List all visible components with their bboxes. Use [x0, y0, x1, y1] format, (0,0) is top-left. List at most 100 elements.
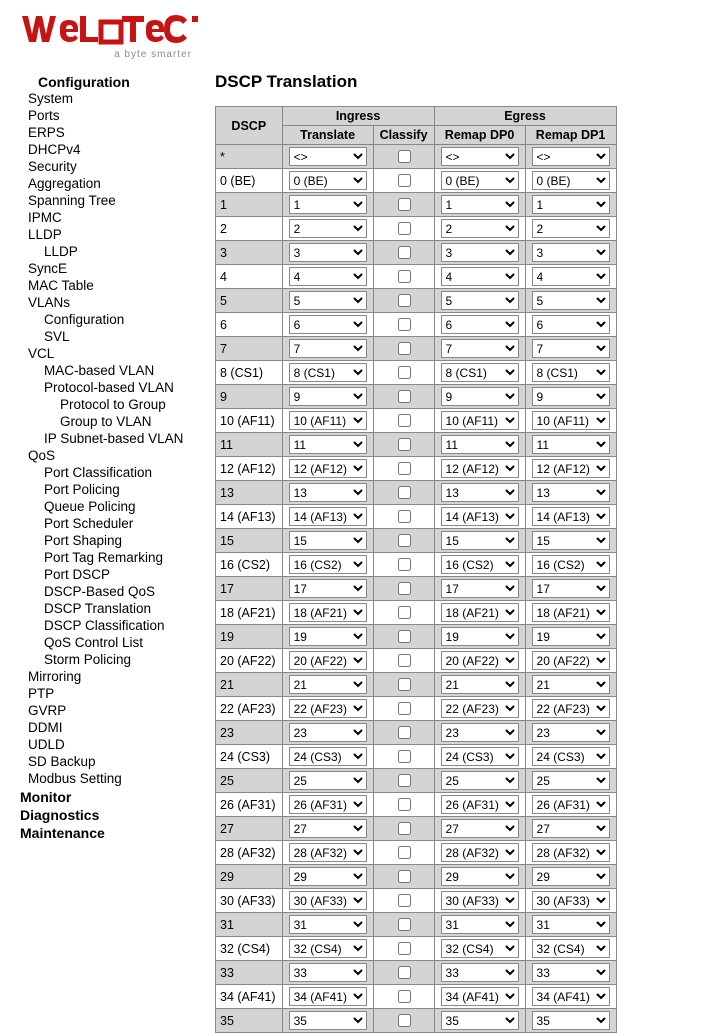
classify-checkbox[interactable] — [398, 702, 411, 715]
nav-security[interactable]: Security — [10, 158, 197, 175]
nav-qos[interactable]: QoS — [10, 447, 197, 464]
remap-dp1-select[interactable]: 8 (CS1) — [532, 363, 610, 382]
remap-dp0-select[interactable]: 19 — [441, 627, 519, 646]
nav-qos-port-class[interactable]: Port Classification — [10, 464, 197, 481]
classify-checkbox[interactable] — [398, 918, 411, 931]
nav-vcl-proto[interactable]: Protocol-based VLAN — [10, 379, 197, 396]
remap-dp1-select[interactable]: 14 (AF13) — [532, 507, 610, 526]
remap-dp1-select[interactable]: 12 (AF12) — [532, 459, 610, 478]
nav-vcl[interactable]: VCL — [10, 345, 197, 362]
classify-checkbox[interactable] — [398, 246, 411, 259]
translate-select[interactable]: 8 (CS1) — [289, 363, 367, 382]
remap-dp0-select[interactable]: 16 (CS2) — [441, 555, 519, 574]
nav-vlans-configuration[interactable]: Configuration — [10, 311, 197, 328]
nav-ddmi[interactable]: DDMI — [10, 719, 197, 736]
nav-qos-port-policing[interactable]: Port Policing — [10, 481, 197, 498]
translate-select[interactable]: 15 — [289, 531, 367, 550]
nav-vcl-ipsub[interactable]: IP Subnet-based VLAN — [10, 430, 197, 447]
classify-checkbox[interactable] — [398, 942, 411, 955]
nav-vcl-proto-gtv[interactable]: Group to VLAN — [10, 413, 197, 430]
nav-qos-dscp-based[interactable]: DSCP-Based QoS — [10, 583, 197, 600]
remap-dp0-select[interactable]: 31 — [441, 915, 519, 934]
classify-checkbox[interactable] — [398, 822, 411, 835]
translate-select[interactable]: 33 — [289, 963, 367, 982]
classify-checkbox[interactable] — [398, 486, 411, 499]
nav-mirroring[interactable]: Mirroring — [10, 668, 197, 685]
translate-select[interactable]: 27 — [289, 819, 367, 838]
nav-qos-qcl[interactable]: QoS Control List — [10, 634, 197, 651]
remap-dp1-select[interactable]: 29 — [532, 867, 610, 886]
remap-dp0-select[interactable]: 21 — [441, 675, 519, 694]
translate-select[interactable]: 32 (CS4) — [289, 939, 367, 958]
classify-checkbox[interactable] — [398, 318, 411, 331]
translate-select[interactable]: 14 (AF13) — [289, 507, 367, 526]
remap-dp0-select[interactable]: 2 — [441, 219, 519, 238]
classify-checkbox[interactable] — [398, 198, 411, 211]
nav-spanning-tree[interactable]: Spanning Tree — [10, 192, 197, 209]
remap-dp0-select[interactable]: 15 — [441, 531, 519, 550]
classify-checkbox[interactable] — [398, 150, 411, 163]
classify-checkbox[interactable] — [398, 606, 411, 619]
classify-checkbox[interactable] — [398, 750, 411, 763]
remap-dp1-select[interactable]: 0 (BE) — [532, 171, 610, 190]
remap-dp1-select[interactable]: 2 — [532, 219, 610, 238]
translate-select[interactable]: 18 (AF21) — [289, 603, 367, 622]
nav-modbus[interactable]: Modbus Setting — [10, 770, 197, 787]
remap-dp1-select[interactable]: 30 (AF33) — [532, 891, 610, 910]
translate-select[interactable]: 10 (AF11) — [289, 411, 367, 430]
translate-select[interactable]: 29 — [289, 867, 367, 886]
remap-dp1-select[interactable]: 31 — [532, 915, 610, 934]
classify-checkbox[interactable] — [398, 894, 411, 907]
remap-dp1-select[interactable]: 16 (CS2) — [532, 555, 610, 574]
remap-dp0-select[interactable]: 30 (AF33) — [441, 891, 519, 910]
nav-maintenance[interactable]: Maintenance — [20, 825, 197, 841]
classify-checkbox[interactable] — [398, 270, 411, 283]
nav-ports[interactable]: Ports — [10, 107, 197, 124]
remap-dp1-select[interactable]: 13 — [532, 483, 610, 502]
remap-dp0-select[interactable]: 26 (AF31) — [441, 795, 519, 814]
translate-select[interactable]: 2 — [289, 219, 367, 238]
remap-dp0-select[interactable]: 24 (CS3) — [441, 747, 519, 766]
translate-select[interactable]: 0 (BE) — [289, 171, 367, 190]
nav-qos-port-tag-remark[interactable]: Port Tag Remarking — [10, 549, 197, 566]
translate-select[interactable]: 6 — [289, 315, 367, 334]
remap-dp0-select[interactable]: 12 (AF12) — [441, 459, 519, 478]
remap-dp1-select[interactable]: 11 — [532, 435, 610, 454]
remap-dp1-select[interactable]: 18 (AF21) — [532, 603, 610, 622]
classify-checkbox[interactable] — [398, 990, 411, 1003]
translate-select[interactable]: 17 — [289, 579, 367, 598]
nav-qos-dscp-trans[interactable]: DSCP Translation — [10, 600, 197, 617]
translate-select[interactable]: 21 — [289, 675, 367, 694]
remap-dp1-select[interactable]: 9 — [532, 387, 610, 406]
remap-dp1-select[interactable]: 27 — [532, 819, 610, 838]
nav-lldp-sub[interactable]: LLDP — [10, 243, 197, 260]
remap-dp0-select[interactable]: 3 — [441, 243, 519, 262]
translate-select[interactable]: 19 — [289, 627, 367, 646]
remap-dp0-select[interactable]: 29 — [441, 867, 519, 886]
classify-checkbox[interactable] — [398, 1014, 411, 1027]
nav-vcl-proto-ptg[interactable]: Protocol to Group — [10, 396, 197, 413]
remap-dp1-select[interactable]: 32 (CS4) — [532, 939, 610, 958]
classify-checkbox[interactable] — [398, 222, 411, 235]
nav-dhcpv4[interactable]: DHCPv4 — [10, 141, 197, 158]
translate-select[interactable]: 3 — [289, 243, 367, 262]
classify-checkbox[interactable] — [398, 798, 411, 811]
classify-checkbox[interactable] — [398, 582, 411, 595]
nav-qos-storm[interactable]: Storm Policing — [10, 651, 197, 668]
remap-dp0-select[interactable]: 4 — [441, 267, 519, 286]
remap-dp0-select[interactable]: 1 — [441, 195, 519, 214]
classify-checkbox[interactable] — [398, 846, 411, 859]
remap-dp0-select[interactable]: 13 — [441, 483, 519, 502]
remap-dp1-select[interactable]: 3 — [532, 243, 610, 262]
remap-dp0-select[interactable]: 7 — [441, 339, 519, 358]
remap-dp0-select[interactable]: 6 — [441, 315, 519, 334]
classify-checkbox[interactable] — [398, 534, 411, 547]
remap-dp0-select[interactable]: 25 — [441, 771, 519, 790]
remap-dp0-select[interactable]: 34 (AF41) — [441, 987, 519, 1006]
translate-select[interactable]: 22 (AF23) — [289, 699, 367, 718]
translate-select[interactable]: 23 — [289, 723, 367, 742]
remap-dp1-select[interactable]: 25 — [532, 771, 610, 790]
classify-checkbox[interactable] — [398, 966, 411, 979]
classify-checkbox[interactable] — [398, 678, 411, 691]
nav-qos-port-dscp[interactable]: Port DSCP — [10, 566, 197, 583]
